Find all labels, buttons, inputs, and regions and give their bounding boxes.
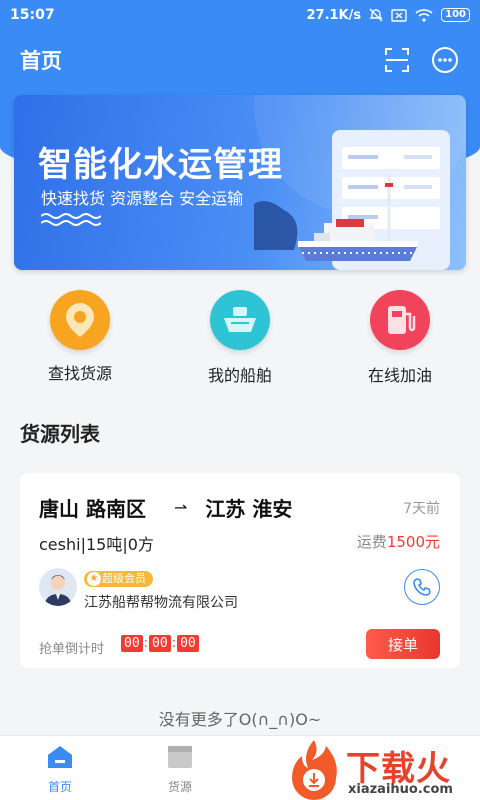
quick-item-label: 查找货源 (47, 364, 112, 383)
location-pin-icon (50, 290, 110, 350)
banner-subtitle: 快速找货 资源整合 安全运输 (41, 189, 244, 208)
route-origin: 唐山 路南区 (39, 497, 146, 521)
cargo-box-icon (168, 746, 192, 768)
more-icon[interactable] (430, 45, 460, 75)
watermark-url: xiazaihuo.com (348, 782, 453, 797)
wifi-icon (415, 9, 433, 22)
network-speed: 27.1K/s (306, 7, 362, 23)
tab-home[interactable]: 首页 (30, 744, 90, 795)
battery-indicator: 100 (441, 8, 470, 22)
cargo-card[interactable]: 唐山 路南区 ⇀ 江苏 淮安 7天前 ceshi|15吨|0方 运费1500元 … (20, 473, 460, 668)
page-title: 首页 (20, 49, 62, 73)
promo-banner[interactable]: 智能化水运管理 快速找货 资源整合 安全运输 (14, 95, 466, 270)
tab-label: 货源 (167, 780, 192, 794)
quick-item-my-ships[interactable]: 我的船舶 (180, 290, 300, 386)
freight-price: 运费1500元 (357, 531, 440, 552)
freight-label: 运费 (356, 533, 387, 551)
quick-menu: 查找货源 我的船舶 在线加油 (0, 290, 480, 390)
quick-item-label: 在线加油 (367, 366, 432, 385)
section-title: 货源列表 (20, 422, 100, 446)
sim-icon (391, 8, 407, 22)
fuel-pump-icon (370, 290, 430, 350)
scan-icon[interactable] (382, 45, 412, 75)
status-time: 15:07 (10, 7, 55, 23)
company-name: 江苏船帮帮物流有限公司 (84, 595, 238, 611)
cargo-route: 唐山 路南区 ⇀ 江苏 淮安 (39, 493, 292, 522)
countdown-seconds: 00 (177, 635, 199, 652)
tab-label: 首页 (47, 780, 72, 794)
title-bar: 首页 (0, 40, 480, 80)
phone-icon (413, 578, 431, 596)
member-badge-label: 超级会员 (102, 572, 146, 585)
flame-logo-icon (292, 740, 337, 800)
countdown-hours: 00 (121, 635, 143, 652)
freight-amount: 1500元 (386, 533, 440, 551)
home-icon (48, 746, 72, 768)
quick-item-refuel[interactable]: 在线加油 (340, 290, 460, 386)
ship-icon (210, 290, 270, 350)
route-arrow-icon: ⇀ (173, 498, 188, 517)
posted-time: 7天前 (403, 501, 440, 517)
banner-title: 智能化水运管理 (38, 145, 283, 185)
avatar (39, 568, 77, 606)
watermark-logo: 下载火 xiazaihuo.com (284, 738, 480, 800)
wave-decoration (41, 213, 101, 226)
member-badge: ★ 超级会员 (84, 571, 153, 587)
star-icon: ★ (87, 572, 101, 586)
route-destination: 江苏 淮安 (205, 497, 293, 521)
mute-icon (369, 8, 383, 22)
cargo-info: ceshi|15吨|0方 (39, 535, 154, 554)
tab-cargo[interactable]: 货源 (150, 744, 210, 795)
ship-illustration (254, 95, 466, 270)
countdown-label: 抢单倒计时 (39, 642, 105, 657)
status-bar: 15:07 27.1K/s 100 (0, 0, 480, 30)
quick-item-label: 我的船舶 (207, 366, 272, 385)
accept-order-button[interactable]: 接单 (366, 629, 440, 659)
quick-item-find-cargo[interactable]: 查找货源 (20, 290, 140, 384)
call-button[interactable] (404, 569, 440, 605)
countdown-minutes: 00 (149, 635, 171, 652)
no-more-text: 没有更多了O(∩_∩)O~ (158, 710, 322, 729)
countdown-timer: 00 : 00 : 00 (121, 635, 199, 652)
